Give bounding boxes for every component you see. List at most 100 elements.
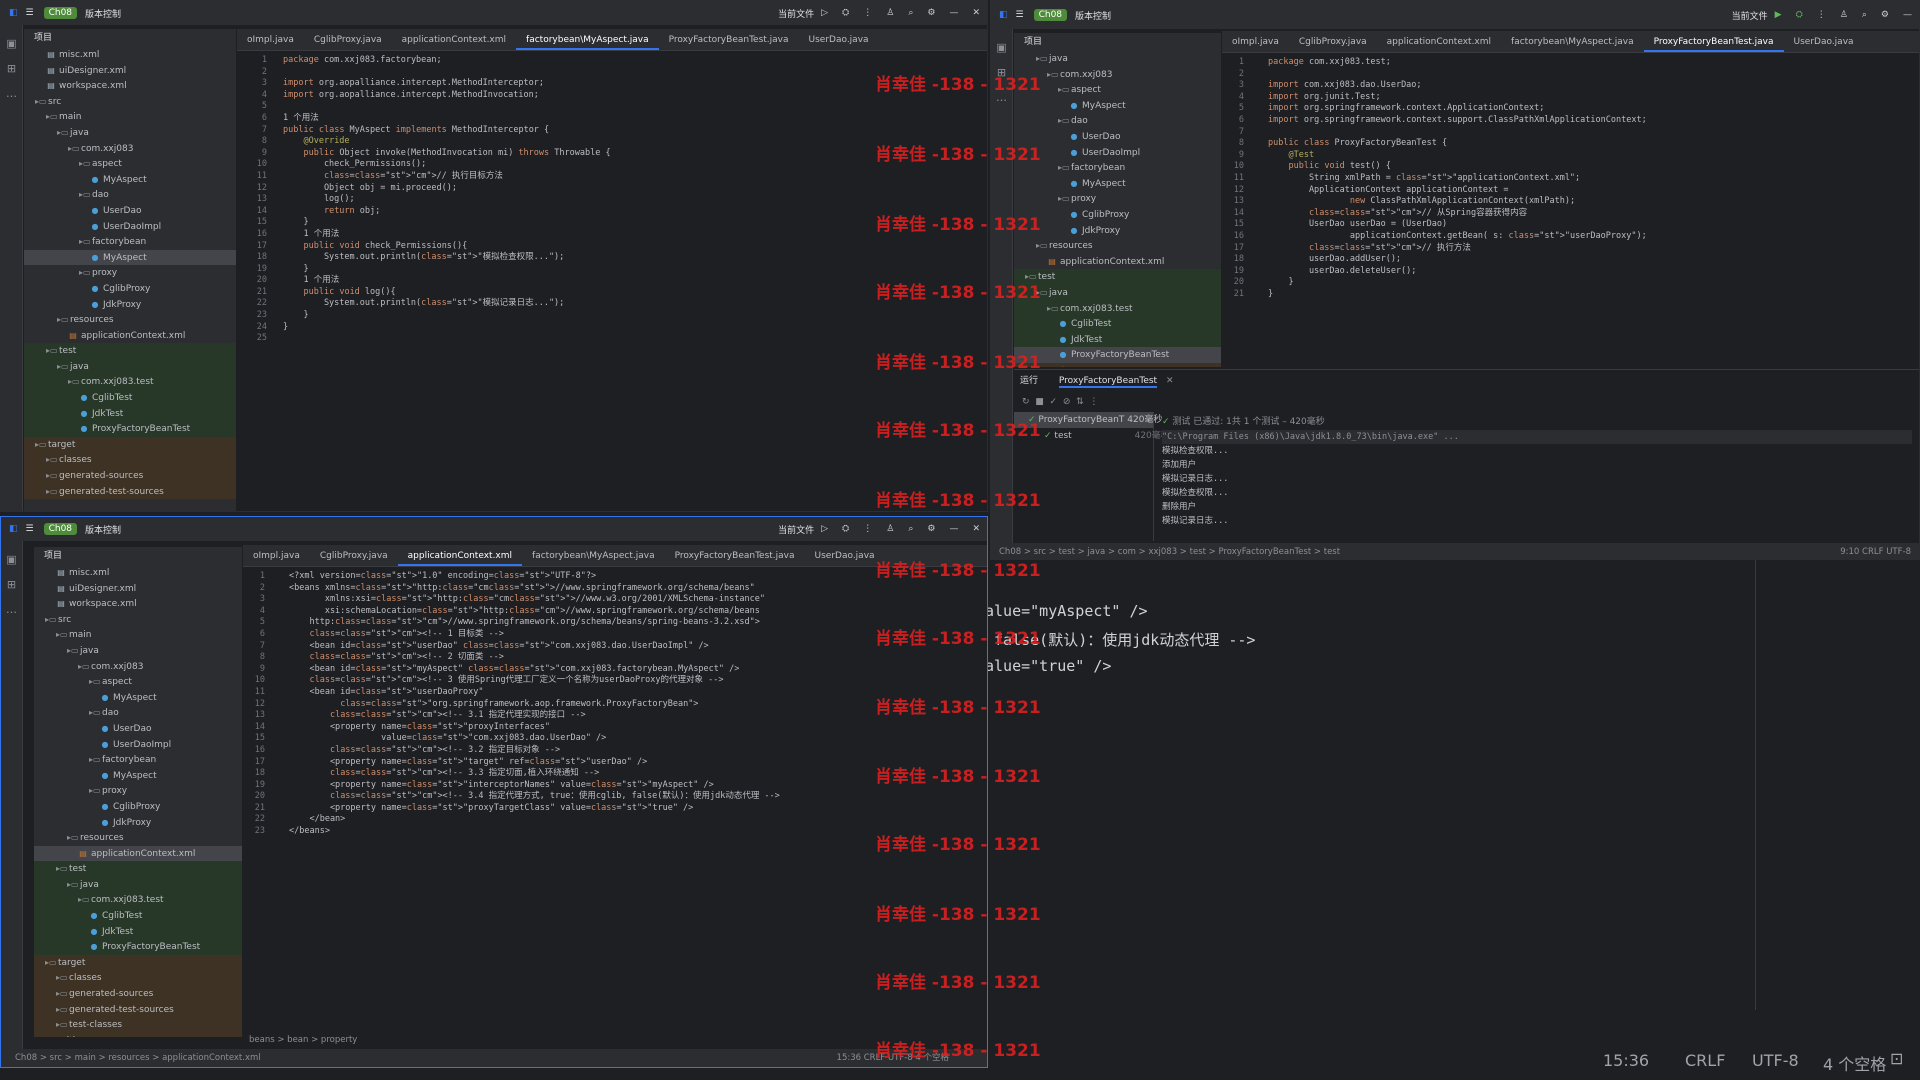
code-line[interactable]: <bean id=class="st">"userDao" class=clas… <box>289 641 780 653</box>
tree-item[interactable]: ● UserDao <box>1014 129 1221 145</box>
code-line[interactable]: <property name=class="st">"proxyTargetCl… <box>289 803 780 815</box>
code-line[interactable]: <property name=class="st">"interceptorNa… <box>289 780 780 792</box>
tree-item[interactable]: ▸▭java <box>24 125 236 141</box>
code-line[interactable]: } <box>283 322 611 334</box>
tree-item[interactable]: ● ProxyFactoryBeanTest <box>1014 347 1221 363</box>
bg-lock-icon[interactable]: ⊡ <box>1890 1049 1903 1068</box>
more-icon[interactable]: ⋮ <box>863 524 872 534</box>
code-line[interactable]: class=class="st">"cm"><!-- 3.4 指定代理方式, t… <box>289 791 780 803</box>
tree-item[interactable]: ● UserDaoImpl <box>24 219 236 235</box>
bg-status-crlf[interactable]: CRLF <box>1685 1051 1725 1070</box>
tab-3[interactable]: factorybean\MyAspect.java <box>1501 31 1644 52</box>
menu-icon[interactable]: ☰ <box>26 8 34 18</box>
code-line[interactable]: } <box>283 264 611 276</box>
close-icon[interactable]: ✕ <box>972 8 980 18</box>
structure-icon[interactable]: ⊞ <box>1 578 22 591</box>
tree-item[interactable]: ▸▭com.xxj083 <box>1014 67 1221 83</box>
code-line[interactable]: } <box>1268 277 1647 289</box>
code-line[interactable]: userDao.addUser(); <box>1268 254 1647 266</box>
tree-item[interactable]: ▸▭generated-sources <box>24 468 236 484</box>
tree-item[interactable]: ▸▭test-classes <box>34 1017 242 1033</box>
code-line[interactable]: } <box>283 310 611 322</box>
code-line[interactable]: public void log(){ <box>283 287 611 299</box>
more-icon[interactable]: ⋮ <box>863 8 872 18</box>
tree-item[interactable]: ▸▭target <box>34 954 242 971</box>
tree-item[interactable]: ● MyAspect <box>24 172 236 188</box>
search-icon[interactable]: ⌕ <box>908 8 913 18</box>
tree-item[interactable]: ▸▭proxy <box>1014 191 1221 207</box>
tree-item[interactable]: ● JdkTest <box>24 405 236 422</box>
more-tools-icon[interactable]: … <box>1 603 22 616</box>
breadcrumb[interactable]: Ch08 > src > test > java > com > xxj083 … <box>991 543 1919 559</box>
tab-0[interactable]: oImpl.java <box>243 545 310 566</box>
tree-item[interactable]: ▸▭java <box>34 643 242 659</box>
project-badge[interactable]: Ch08 <box>43 523 78 535</box>
code-line[interactable]: import org.junit.Test; <box>1268 92 1647 104</box>
tree-item[interactable]: ▸▭generated-test-sources <box>24 483 236 500</box>
code-line[interactable]: <bean id=class="st">"myAspect" class=cla… <box>289 664 780 676</box>
rerun-icon[interactable]: ↻ <box>1022 397 1030 407</box>
search-icon[interactable]: ⌕ <box>1862 10 1867 20</box>
stop-icon[interactable]: ■ <box>1035 397 1044 407</box>
tree-item[interactable]: ▸▭factorybean <box>34 752 242 768</box>
tree-item[interactable]: ▸▭generated-sources <box>34 986 242 1002</box>
tab-3[interactable]: factorybean\MyAspect.java <box>516 29 659 50</box>
tree-item[interactable]: ▤.gitignore <box>34 1032 242 1037</box>
code-line[interactable]: <property name=class="st">"target" ref=c… <box>289 757 780 769</box>
code-line[interactable]: import org.aopalliance.intercept.MethodI… <box>283 90 611 102</box>
tree-item[interactable]: ▸▭aspect <box>24 156 236 172</box>
tree-item[interactable]: ▸▭java <box>1014 51 1221 67</box>
settings-icon[interactable]: ⚙ <box>1881 10 1889 20</box>
tree-item[interactable]: ▸▭proxy <box>24 265 236 281</box>
code-line[interactable]: new ClassPathXmlApplicationContext(xmlPa… <box>1268 196 1647 208</box>
tree-item[interactable]: ● CglibTest <box>34 908 242 924</box>
tree-item[interactable]: ▸▭aspect <box>34 674 242 690</box>
tree-item[interactable]: ● UserDao <box>24 203 236 219</box>
code-line[interactable]: check_Permissions(); <box>283 159 611 171</box>
search-icon[interactable]: ⌕ <box>908 524 913 534</box>
tree-item[interactable]: ● ProxyFactoryBeanTest <box>34 939 242 955</box>
minimize-icon[interactable]: — <box>949 524 958 534</box>
tree-item[interactable]: ▤ applicationContext.xml <box>24 328 236 344</box>
code-line[interactable]: import org.springframework.context.suppo… <box>1268 115 1647 127</box>
tree-item[interactable]: ● ProxyFactoryBeanTest <box>24 421 236 437</box>
close-tab-icon[interactable]: ✕ <box>1166 376 1174 386</box>
tree-item[interactable]: ● MyAspect <box>1014 176 1221 192</box>
vcs-menu[interactable]: 版本控制 <box>1075 9 1111 22</box>
code-line[interactable]: System.out.println(class="st">"模拟记录日志...… <box>283 298 611 310</box>
code-line[interactable]: return obj; <box>283 206 611 218</box>
sort-icon[interactable]: ⇅ <box>1076 397 1084 407</box>
code-line[interactable]: </bean> <box>289 814 780 826</box>
tab-4[interactable]: ProxyFactoryBeanTest.java <box>1643 31 1784 52</box>
code-line[interactable]: class=class="st">"org.springframework.ao… <box>289 699 780 711</box>
tab-5[interactable]: UserDao.java <box>799 29 879 50</box>
vcs-menu[interactable]: 版本控制 <box>85 7 121 20</box>
project-badge[interactable]: Ch08 <box>43 7 78 19</box>
code-line[interactable]: Object obj = mi.proceed(); <box>283 183 611 195</box>
tab-3[interactable]: factorybean\MyAspect.java <box>522 545 665 566</box>
code-line[interactable]: public Object invoke(MethodInvocation mi… <box>283 148 610 160</box>
tab-4[interactable]: ProxyFactoryBeanTest.java <box>659 29 799 50</box>
tab-2[interactable]: applicationContext.xml <box>1377 31 1501 52</box>
code-line[interactable]: package com.xxj083.test; <box>1268 57 1647 69</box>
code-line[interactable]: class=class="st">"cm"><!-- 1 目标类 --> <box>289 629 780 641</box>
code-line[interactable]: class=class="st">"cm"><!-- 2 切面类 --> <box>289 652 780 664</box>
code-line[interactable]: class=class="st">"cm"><!-- 3.2 指定目标对象 --… <box>289 745 780 757</box>
tree-item[interactable]: ▸▭dao <box>1014 113 1221 129</box>
check-icon[interactable]: ✓ <box>1050 397 1058 407</box>
tree-item[interactable]: ▸▭generated-test-sources <box>34 1001 242 1018</box>
code-line[interactable]: } <box>1268 289 1647 301</box>
tab-2[interactable]: applicationContext.xml <box>392 29 516 50</box>
editor-xml[interactable]: 1 2 3 4 5 6 7 8 9 10 11 12 13 14 15 16 17 18 19 20 21 22 23 <?… <box>243 569 963 1039</box>
tree-item[interactable]: ● JdkProxy <box>34 815 242 831</box>
tree-item[interactable]: ▸▭com.xxj083.test <box>24 374 236 391</box>
user-icon[interactable]: ♙ <box>886 8 894 18</box>
tree-item[interactable]: ▤ workspace.xml <box>24 78 236 94</box>
code-line[interactable]: import com.xxj083.dao.UserDao; <box>1268 80 1647 92</box>
tree-item[interactable]: ▸▭proxy <box>34 783 242 799</box>
settings-icon[interactable]: ⚙ <box>927 524 935 534</box>
structure-icon[interactable]: ⊞ <box>1 62 22 75</box>
tree-item[interactable]: ● MyAspect <box>1014 98 1221 114</box>
run-tab[interactable]: ProxyFactoryBeanTest <box>1058 376 1158 388</box>
tree-header[interactable]: 项目 <box>34 547 242 565</box>
